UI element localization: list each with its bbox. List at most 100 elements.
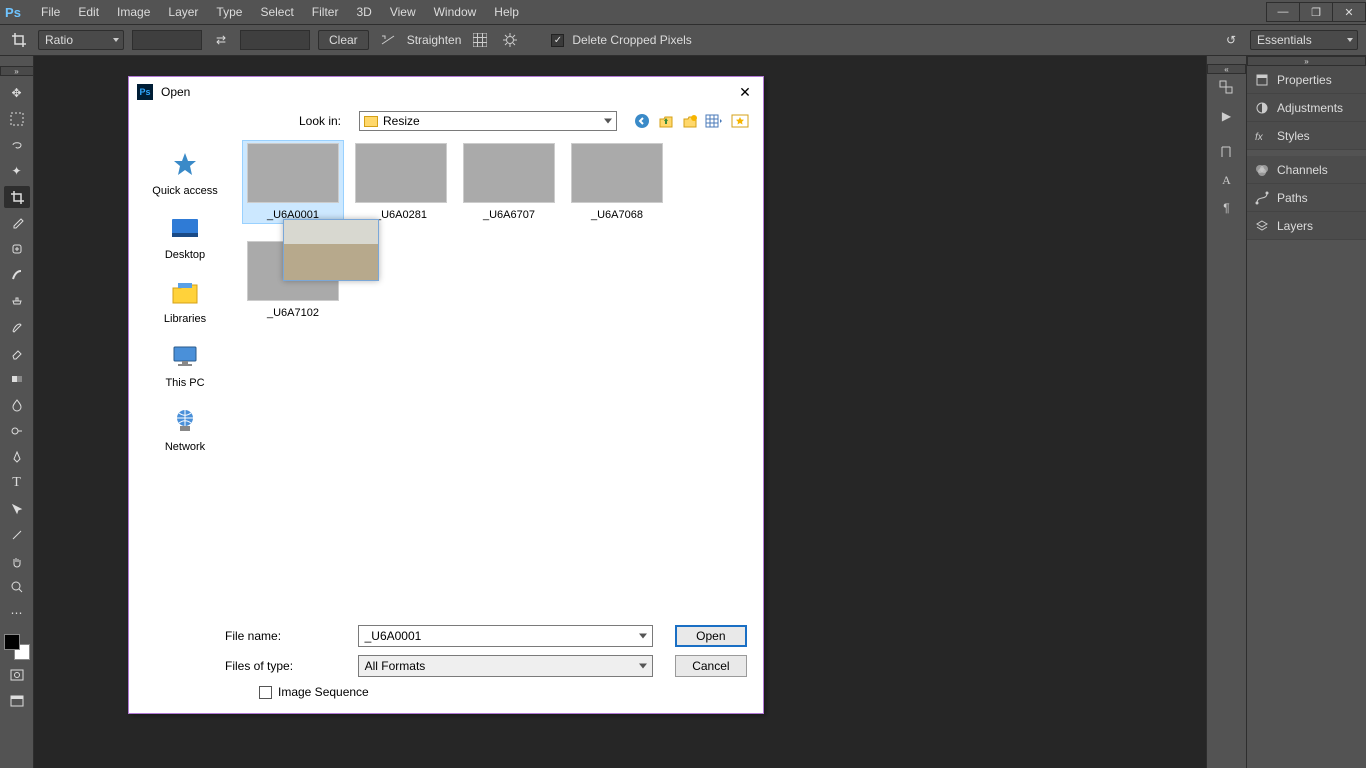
folder-icon <box>364 116 378 127</box>
eraser-tool[interactable] <box>4 342 30 364</box>
hand-tool[interactable] <box>4 550 30 572</box>
straighten-icon[interactable] <box>377 29 399 51</box>
paths-label: Paths <box>1277 191 1308 205</box>
dialog-titlebar[interactable]: Ps Open ✕ <box>129 77 763 107</box>
image-sequence-checkbox[interactable] <box>259 686 272 699</box>
crop-settings-icon[interactable] <box>499 29 521 51</box>
clear-button[interactable]: Clear <box>318 30 369 50</box>
place-network[interactable]: Network <box>140 405 230 453</box>
history-panel-icon[interactable] <box>1211 74 1243 102</box>
dialog-close-button[interactable]: ✕ <box>735 82 755 102</box>
file-thumb[interactable]: _U6A0281 <box>351 141 451 223</box>
lookin-label: Look in: <box>129 114 351 128</box>
menu-help[interactable]: Help <box>485 1 528 23</box>
crop-width-input[interactable] <box>132 30 202 50</box>
place-desktop[interactable]: Desktop <box>140 213 230 261</box>
blur-tool[interactable] <box>4 394 30 416</box>
foreground-color-swatch[interactable] <box>4 634 20 650</box>
grid-overlay-icon[interactable] <box>469 29 491 51</box>
type-tool[interactable]: T <box>4 472 30 494</box>
eyedropper-tool[interactable] <box>4 212 30 234</box>
straighten-label[interactable]: Straighten <box>407 33 462 47</box>
brush-tool[interactable] <box>4 264 30 286</box>
character-panel-icon[interactable] <box>1211 138 1243 166</box>
magic-wand-tool[interactable]: ✦ <box>4 160 30 182</box>
history-brush-tool[interactable] <box>4 316 30 338</box>
favorites-button[interactable] <box>731 112 749 130</box>
image-sequence-label: Image Sequence <box>278 685 369 699</box>
zoom-tool[interactable] <box>4 576 30 598</box>
quick-mask-toggle[interactable] <box>4 664 30 686</box>
place-quick-access[interactable]: Quick access <box>140 149 230 197</box>
menu-select[interactable]: Select <box>251 1 302 23</box>
open-button[interactable]: Open <box>675 625 747 647</box>
thumbnail-image <box>355 143 447 203</box>
pen-tool[interactable] <box>4 446 30 468</box>
move-tool[interactable]: ✥ <box>4 82 30 104</box>
edit-toolbar-button[interactable]: ⋯ <box>4 602 30 624</box>
line-tool[interactable] <box>4 524 30 546</box>
menu-edit[interactable]: Edit <box>69 1 108 23</box>
file-thumb[interactable]: _U6A7068 <box>567 141 667 223</box>
window-restore-button[interactable]: ❐ <box>1299 2 1333 22</box>
menu-layer[interactable]: Layer <box>159 1 207 23</box>
actions-panel-icon[interactable]: ▶ <box>1211 102 1243 130</box>
window-minimize-button[interactable]: — <box>1266 2 1300 22</box>
place-this-pc[interactable]: This PC <box>140 341 230 389</box>
color-swatches[interactable] <box>4 634 30 660</box>
adjustments-panel-tab[interactable]: Adjustments <box>1247 94 1366 122</box>
filetype-combo[interactable]: All Formats <box>358 655 653 677</box>
window-close-button[interactable]: ✕ <box>1332 2 1366 22</box>
open-button-label: Open <box>696 629 725 643</box>
up-one-level-button[interactable] <box>657 112 675 130</box>
strip-collapse-handle[interactable]: « <box>1207 64 1246 74</box>
path-selection-tool[interactable] <box>4 498 30 520</box>
filename-combo[interactable]: _U6A0001 <box>358 625 653 647</box>
workspace-label: Essentials <box>1257 33 1312 47</box>
lasso-tool[interactable] <box>4 134 30 156</box>
dodge-tool[interactable] <box>4 420 30 442</box>
layers-panel-tab[interactable]: Layers <box>1247 212 1366 240</box>
menu-view[interactable]: View <box>381 1 425 23</box>
paragraph-panel-icon[interactable]: ¶ <box>1211 194 1243 222</box>
view-menu-button[interactable] <box>705 112 723 130</box>
crop-tool-icon[interactable] <box>8 29 30 51</box>
menu-filter[interactable]: Filter <box>303 1 348 23</box>
title-bar: Ps File Edit Image Layer Type Select Fil… <box>0 0 1366 24</box>
back-button[interactable] <box>633 112 651 130</box>
delete-cropped-checkbox[interactable] <box>551 34 564 47</box>
gradient-tool[interactable] <box>4 368 30 390</box>
file-thumb[interactable]: _U6A0001 <box>243 141 343 223</box>
panels-collapse-handle[interactable]: » <box>1247 56 1366 66</box>
styles-panel-tab[interactable]: fx Styles <box>1247 122 1366 150</box>
thumbnail-image <box>463 143 555 203</box>
marquee-tool[interactable] <box>4 108 30 130</box>
properties-panel-tab[interactable]: Properties <box>1247 66 1366 94</box>
new-folder-button[interactable] <box>681 112 699 130</box>
crop-tool[interactable] <box>4 186 30 208</box>
file-list[interactable]: _U6A0001 _U6A0281 _U6A6707 _U6A7068 <box>235 137 763 617</box>
menu-image[interactable]: Image <box>108 1 159 23</box>
reset-crop-icon[interactable]: ↺ <box>1220 29 1242 51</box>
channels-label: Channels <box>1277 163 1328 177</box>
healing-brush-tool[interactable] <box>4 238 30 260</box>
menu-file[interactable]: File <box>32 1 69 23</box>
menu-type[interactable]: Type <box>207 1 251 23</box>
file-thumb[interactable]: _U6A6707 <box>459 141 559 223</box>
menu-3d[interactable]: 3D <box>347 1 380 23</box>
tools-collapse-handle[interactable]: » <box>0 66 34 76</box>
glyphs-panel-icon[interactable]: A <box>1211 166 1243 194</box>
crop-height-input[interactable] <box>240 30 310 50</box>
paths-panel-tab[interactable]: Paths <box>1247 184 1366 212</box>
lookin-dropdown[interactable]: Resize <box>359 111 617 131</box>
menu-window[interactable]: Window <box>425 1 486 23</box>
place-libraries[interactable]: Libraries <box>140 277 230 325</box>
clone-stamp-tool[interactable] <box>4 290 30 312</box>
channels-panel-tab[interactable]: Channels <box>1247 156 1366 184</box>
cancel-button[interactable]: Cancel <box>675 655 747 677</box>
aspect-ratio-dropdown[interactable]: Ratio <box>38 30 124 50</box>
swap-dimensions-icon[interactable]: ⇄ <box>210 29 232 51</box>
screen-mode-toggle[interactable] <box>4 690 30 712</box>
place-libraries-label: Libraries <box>164 313 206 325</box>
workspace-switcher[interactable]: Essentials <box>1250 30 1358 50</box>
